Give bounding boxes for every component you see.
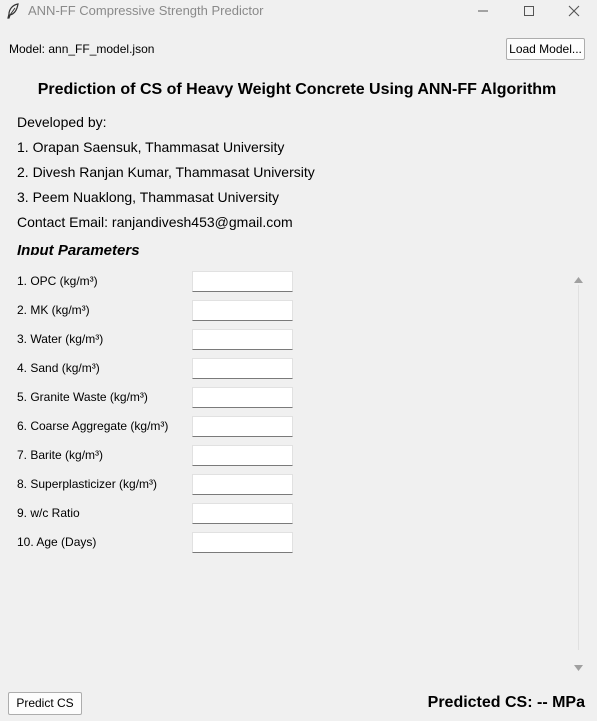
maximize-icon	[524, 6, 534, 16]
coarse-aggregate-input[interactable]	[192, 416, 293, 437]
close-icon	[568, 5, 580, 17]
feather-icon	[6, 3, 20, 19]
predict-button[interactable]: Predict CS	[8, 692, 82, 715]
developed-by-label: Developed by:	[17, 114, 107, 130]
window-title: ANN-FF Compressive Strength Predictor	[28, 3, 264, 18]
params-section-title-container: Input Parameters	[17, 241, 217, 255]
scroll-down-icon[interactable]	[574, 658, 583, 676]
param-label-age: 10. Age (Days)	[17, 535, 97, 549]
param-label-water: 3. Water (kg/m³)	[17, 332, 104, 346]
param-label-superplasticizer: 8. Superplasticizer (kg/m³)	[17, 477, 158, 491]
page-title: Prediction of CS of Heavy Weight Concret…	[37, 81, 557, 98]
param-label-mk: 2. MK (kg/m³)	[17, 303, 90, 317]
params-section-title: Input Parameters	[17, 242, 140, 255]
param-label-sand: 4. Sand (kg/m³)	[17, 361, 100, 375]
param-label-barite: 7. Barite (kg/m³)	[17, 448, 104, 462]
load-model-button[interactable]: Load Model...	[506, 38, 585, 60]
author-3: 3. Peem Nuaklong, Thammasat University	[17, 189, 279, 205]
minimize-icon	[478, 10, 488, 12]
author-2: 2. Divesh Ranjan Kumar, Thammasat Univer…	[17, 164, 315, 180]
opc-input[interactable]	[192, 271, 293, 292]
contact-email: Contact Email: ranjandivesh453@gmail.com	[17, 214, 293, 230]
mk-input[interactable]	[192, 300, 293, 321]
water-input[interactable]	[192, 329, 293, 350]
param-label-wc-ratio: 9. w/c Ratio	[17, 506, 80, 520]
sand-input[interactable]	[192, 358, 293, 379]
minimize-button[interactable]	[460, 0, 506, 22]
title-bar: ANN-FF Compressive Strength Predictor	[0, 0, 597, 22]
close-button[interactable]	[551, 0, 597, 22]
param-label-granite-waste: 5. Granite Waste (kg/m³)	[17, 390, 148, 404]
vertical-scrollbar[interactable]	[571, 263, 586, 671]
author-1: 1. Orapan Saensuk, Thammasat University	[17, 139, 285, 155]
maximize-button[interactable]	[506, 0, 552, 22]
predicted-result: Predicted CS: -- MPa	[427, 694, 585, 711]
granite-waste-input[interactable]	[192, 387, 293, 408]
age-input[interactable]	[192, 532, 293, 553]
barite-input[interactable]	[192, 445, 293, 466]
superplasticizer-input[interactable]	[192, 474, 293, 495]
param-label-opc: 1. OPC (kg/m³)	[17, 274, 98, 288]
model-label: Model: ann_FF_model.json	[9, 42, 155, 56]
wc-ratio-input[interactable]	[192, 503, 293, 524]
scroll-track[interactable]	[578, 285, 579, 650]
param-label-coarse-aggregate: 6. Coarse Aggregate (kg/m³)	[17, 419, 169, 433]
